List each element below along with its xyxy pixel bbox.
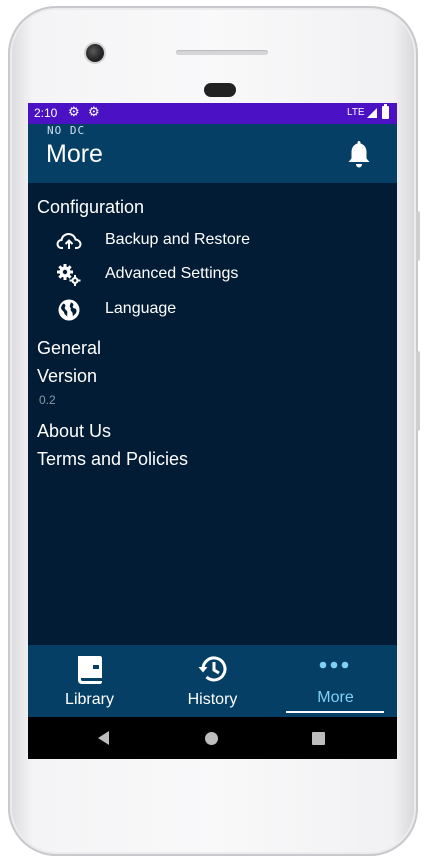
backup-and-restore-item[interactable]: Backup and Restore (28, 226, 397, 256)
history-icon (198, 656, 227, 682)
front-camera (86, 44, 104, 62)
bottom-navigation: Library History More (28, 645, 397, 717)
section-title-configuration: Configuration (37, 197, 145, 217)
status-time: 2:10 (34, 106, 58, 120)
nav-label-history: History (187, 691, 238, 708)
sensor-slot (176, 50, 268, 55)
gear-icon: ⚙ (68, 104, 80, 119)
nav-label-library: Library (65, 691, 114, 708)
book-icon (78, 656, 102, 684)
gear-icon: ⚙ (88, 104, 100, 119)
active-tab-indicator (286, 711, 384, 713)
terms-and-policies-item[interactable]: Terms and Policies (37, 449, 188, 470)
globe-icon (58, 299, 80, 321)
nav-item-more[interactable]: More (274, 645, 397, 717)
version-item[interactable]: Version (37, 366, 97, 387)
version-value: 0.2 (39, 393, 56, 407)
nav-label-more: More (317, 689, 354, 706)
recent-apps-icon[interactable] (312, 732, 325, 745)
backup-and-restore-label: Backup and Restore (105, 231, 250, 248)
language-label: Language (105, 300, 177, 317)
signal-icon (367, 108, 377, 118)
volume-button (416, 351, 420, 431)
cloud-upload-icon (56, 232, 82, 249)
earpiece-speaker (204, 83, 236, 97)
bell-icon[interactable] (346, 139, 372, 169)
about-us-item[interactable]: About Us (37, 421, 111, 442)
power-button (416, 211, 420, 261)
status-bar: 2:10 ⚙ ⚙ LTE (28, 103, 397, 124)
network-type: LTE (347, 107, 365, 118)
app-bar: NO DC More (28, 124, 397, 183)
nav-item-history[interactable]: History (151, 645, 274, 717)
battery-icon (382, 104, 389, 119)
gears-icon (57, 264, 81, 286)
section-title-general: General (37, 338, 102, 358)
system-navigation-bar (28, 717, 397, 759)
language-item[interactable]: Language (28, 295, 397, 325)
page-title: More (46, 140, 103, 168)
nav-item-library[interactable]: Library (28, 645, 151, 717)
advanced-settings-label: Advanced Settings (105, 265, 239, 282)
device-screen: 2:10 ⚙ ⚙ LTE NO DC More Configuration Ba… (28, 103, 397, 759)
home-icon[interactable] (205, 732, 218, 745)
build-tag: NO DC (47, 124, 86, 137)
settings-list: Configuration Backup and Restore Advance… (28, 183, 397, 645)
back-icon[interactable] (98, 731, 109, 745)
advanced-settings-item[interactable]: Advanced Settings (28, 260, 397, 290)
dots-icon (319, 661, 349, 669)
